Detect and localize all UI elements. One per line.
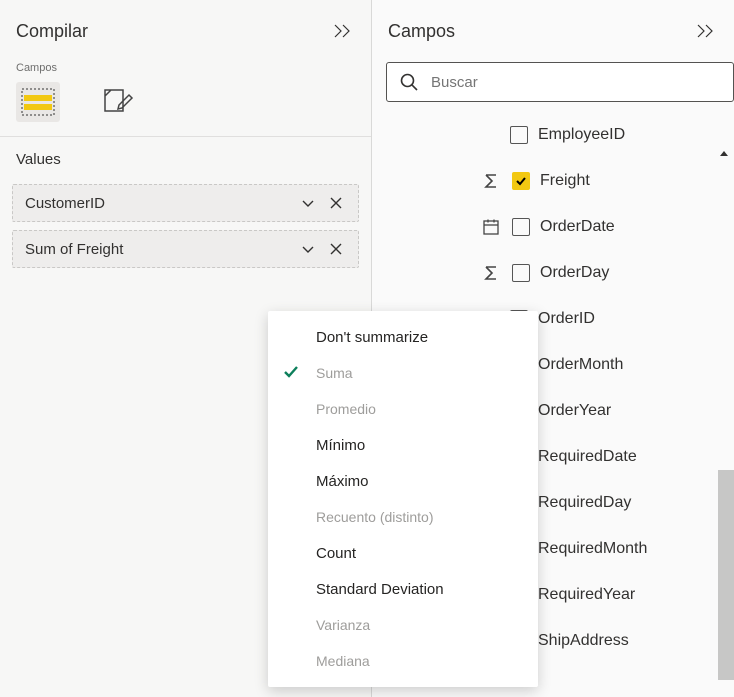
field-name: ShipAddress (538, 632, 629, 650)
values-heading: Values (0, 136, 371, 178)
menu-item-label: Count (316, 545, 356, 562)
build-subhead: Campos (0, 58, 371, 76)
scrollbar-thumb[interactable] (718, 470, 734, 680)
values-list: CustomerID Sum of Freight (0, 178, 371, 268)
fields-title: Campos (388, 21, 455, 42)
search-wrap (372, 58, 734, 112)
aggregation-menu-item[interactable]: Mediana (268, 643, 538, 679)
visual-type-row (0, 76, 371, 136)
menu-item-label: Varianza (316, 617, 370, 633)
aggregation-menu-item[interactable]: Máximo (268, 463, 538, 499)
fields-collapse-button[interactable] (694, 19, 718, 43)
field-name: OrderYear (538, 402, 611, 420)
page-brush-icon (101, 87, 135, 117)
field-name: RequiredMonth (538, 540, 647, 558)
field-row[interactable]: EmployeeID (382, 112, 734, 158)
aggregation-menu-item[interactable]: Recuento (distinto) (268, 499, 538, 535)
menu-item-label: Promedio (316, 401, 376, 417)
field-name: OrderID (538, 310, 595, 328)
build-title: Compilar (16, 21, 88, 42)
field-name: RequiredDay (538, 494, 631, 512)
aggregation-menu-item[interactable]: Count (268, 535, 538, 571)
field-name: RequiredDate (538, 448, 637, 466)
check-icon (282, 363, 300, 384)
table-icon (21, 88, 55, 116)
close-icon (329, 242, 343, 256)
value-pill[interactable]: Sum of Freight (12, 230, 359, 268)
build-header: Compilar (0, 0, 371, 58)
calendar-icon (480, 218, 502, 236)
aggregation-menu-item[interactable]: Standard Deviation (268, 571, 538, 607)
field-checkbox[interactable] (512, 218, 530, 236)
value-pill-dropdown[interactable] (294, 189, 322, 217)
search-input[interactable] (431, 74, 721, 91)
value-pill-dropdown[interactable] (294, 235, 322, 263)
aggregation-menu-item[interactable]: Don't summarize (268, 319, 538, 355)
chevron-double-right-icon (333, 23, 353, 39)
menu-item-label: Don't summarize (316, 329, 428, 346)
value-pill-remove[interactable] (322, 189, 350, 217)
aggregation-menu-item[interactable]: Suma (268, 355, 538, 391)
field-name: EmployeeID (538, 126, 625, 144)
data-view-button[interactable] (16, 82, 60, 122)
menu-item-label: Recuento (distinto) (316, 509, 434, 525)
field-row[interactable]: OrderDate (382, 204, 734, 250)
value-pill[interactable]: CustomerID (12, 184, 359, 222)
field-name: OrderDate (540, 218, 615, 236)
aggregation-menu: Don't summarize Suma Promedio Mínimo Máximo R… (268, 311, 538, 687)
build-collapse-button[interactable] (331, 19, 355, 43)
field-name: OrderMonth (538, 356, 623, 374)
search-box[interactable] (386, 62, 734, 102)
chevron-down-icon (300, 241, 316, 257)
field-name: OrderDay (540, 264, 609, 282)
menu-item-label: Mínimo (316, 437, 365, 454)
field-name: RequiredYear (538, 586, 635, 604)
value-pill-label: Sum of Freight (25, 241, 294, 258)
aggregation-menu-item[interactable]: Varianza (268, 607, 538, 643)
menu-item-label: Suma (316, 365, 353, 381)
field-checkbox[interactable] (512, 264, 530, 282)
sigma-icon (480, 172, 502, 190)
field-row[interactable]: Freight (382, 158, 734, 204)
fields-header: Campos (372, 0, 734, 58)
menu-item-label: Máximo (316, 473, 369, 490)
menu-item-label: Mediana (316, 653, 370, 669)
value-pill-remove[interactable] (322, 235, 350, 263)
field-name: Freight (540, 172, 590, 190)
sigma-icon (480, 264, 502, 282)
format-view-button[interactable] (96, 82, 140, 122)
close-icon (329, 196, 343, 210)
search-icon (399, 72, 419, 92)
field-checkbox[interactable] (510, 126, 528, 144)
value-pill-label: CustomerID (25, 195, 294, 212)
aggregation-menu-item[interactable]: Mínimo (268, 427, 538, 463)
menu-item-label: Standard Deviation (316, 581, 444, 598)
aggregation-menu-item[interactable]: Promedio (268, 391, 538, 427)
chevron-double-right-icon (696, 23, 716, 39)
field-checkbox[interactable] (512, 172, 530, 190)
chevron-down-icon (300, 195, 316, 211)
field-row[interactable]: OrderDay (382, 250, 734, 296)
